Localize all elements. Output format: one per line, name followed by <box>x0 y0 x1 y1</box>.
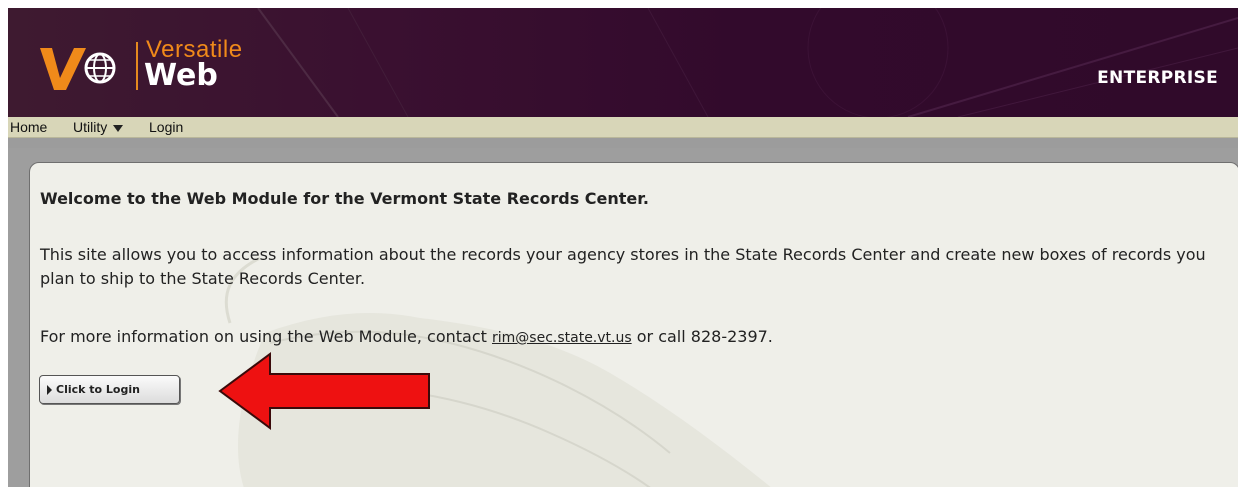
app-header: Versatile Web ENTERPRISE <box>8 8 1238 117</box>
menu-item-utility[interactable]: Utility <box>73 119 124 135</box>
app-frame: Versatile Web ENTERPRISE Home Utility Lo… <box>8 8 1238 487</box>
menu-bar: Home Utility Login <box>8 117 1238 138</box>
contact-prefix: For more information on using the Web Mo… <box>40 327 492 346</box>
menu-item-home[interactable]: Home <box>10 119 47 135</box>
contact-email-link[interactable]: rim@sec.state.vt.us <box>492 330 632 346</box>
dropdown-triangle-icon <box>113 124 124 132</box>
site-description: This site allows you to access informati… <box>40 245 1206 288</box>
welcome-heading: Welcome to the Web Module for the Vermon… <box>40 189 649 208</box>
logo-divider <box>136 42 138 90</box>
red-left-arrow-icon <box>218 352 430 430</box>
contact-suffix: or call 828-2397. <box>631 327 773 346</box>
login-button-label: Click to Login <box>56 383 140 396</box>
welcome-panel: Welcome to the Web Module for the Vermon… <box>29 162 1238 487</box>
brand-logo[interactable]: Versatile Web <box>34 34 284 94</box>
vw-globe-logo-icon <box>40 48 116 90</box>
click-to-login-button[interactable]: Click to Login <box>39 375 180 404</box>
map-watermark <box>224 256 771 487</box>
menu-item-utility-label: Utility <box>73 119 108 135</box>
play-triangle-icon <box>47 384 52 395</box>
edition-label: ENTERPRISE <box>1097 68 1218 88</box>
contact-line: For more information on using the Web Mo… <box>40 327 773 346</box>
header-separator <box>8 138 1238 148</box>
brand-name-bottom: Web <box>144 58 218 93</box>
menu-item-login[interactable]: Login <box>149 119 183 135</box>
